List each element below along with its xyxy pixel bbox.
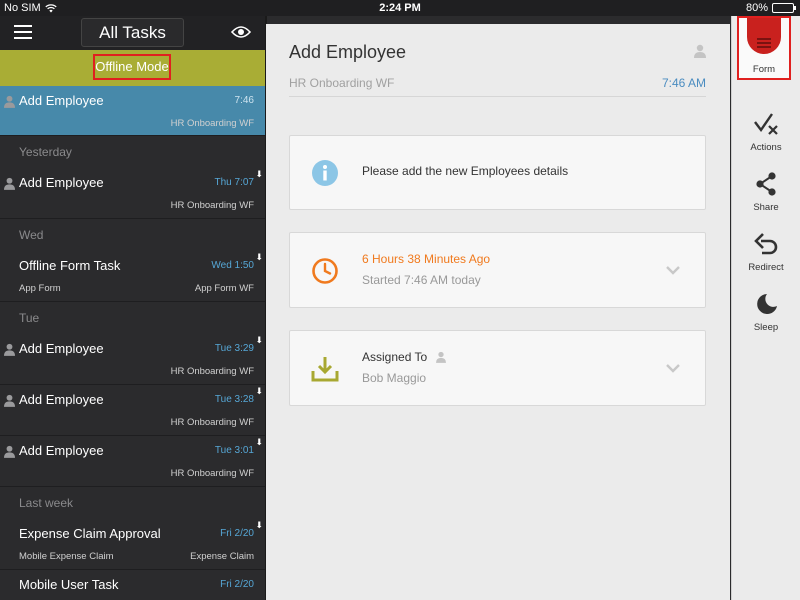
task-item-workflow: App Form WF (194, 283, 254, 294)
elapsed-text: 6 Hours 38 Minutes Ago (362, 252, 491, 266)
task-item-selected[interactable]: Add Employee 7:46 HR Onboarding WF (0, 86, 265, 136)
elapsed-card[interactable]: 6 Hours 38 Minutes Ago Started 7:46 AM t… (289, 232, 706, 308)
task-item[interactable]: Mobile User Task Fri 2/20 (0, 570, 265, 600)
task-item-time: 7:46 (234, 95, 254, 106)
task-item-form: App Form (19, 283, 61, 294)
section-header: Wed (0, 219, 265, 251)
form-label: Form (752, 64, 776, 75)
actions-label: Actions (750, 142, 782, 153)
download-tray-icon (311, 357, 339, 382)
task-item[interactable]: Add Employee Thu 7:07 HR Onboarding WF ⬇ (0, 168, 265, 219)
hamburger-menu-icon[interactable] (14, 25, 32, 39)
task-item[interactable]: Offline Form Task Wed 1:50 App Form App For… (0, 251, 265, 302)
task-workflow: HR Onboarding WF (289, 76, 395, 90)
task-list: Add Employee 7:46 HR Onboarding WF Yesterda… (0, 86, 265, 600)
user-icon (4, 95, 15, 113)
sleep-label: Sleep (753, 322, 779, 333)
task-list-header: All Tasks (0, 16, 265, 50)
eye-icon[interactable] (231, 25, 251, 39)
form-button[interactable]: Form (737, 16, 791, 80)
download-arrow-icon: ⬇ (255, 386, 263, 396)
task-item-form: Mobile Expense Claim (19, 551, 114, 562)
section-header: Yesterday (0, 136, 265, 168)
download-arrow-icon: ⬇ (255, 437, 263, 447)
task-item[interactable]: Add Employee Tue 3:29 HR Onboarding WF ⬇ (0, 334, 265, 385)
task-detail-panel: Add Employee HR Onboarding WF 7:46 AM Pl… (266, 24, 730, 600)
task-item-time: Fri 2/20 (220, 528, 254, 539)
task-item-time: Fri 2/20 (220, 579, 254, 590)
user-icon (694, 44, 706, 58)
info-icon (312, 160, 338, 186)
user-icon (4, 394, 15, 412)
share-icon (756, 172, 776, 196)
task-item-time: Wed 1:50 (211, 260, 254, 271)
actions-button[interactable]: Actions (732, 112, 800, 153)
redirect-label: Redirect (748, 262, 784, 273)
task-item-title: Add Employee (19, 443, 104, 458)
download-arrow-icon: ⬇ (255, 169, 263, 179)
task-item-title: Offline Form Task (19, 258, 121, 273)
offline-mode-bar: Offline Mode (0, 50, 265, 86)
task-item-workflow: HR Onboarding WF (170, 366, 254, 377)
task-item-workflow: HR Onboarding WF (170, 468, 254, 479)
task-item-time: Tue 3:28 (214, 394, 254, 405)
task-item-workflow: HR Onboarding WF (170, 118, 254, 129)
task-item-title: Mobile User Task (19, 577, 119, 592)
download-arrow-icon: ⬇ (255, 520, 263, 530)
section-header: Tue (0, 302, 265, 334)
user-icon (4, 445, 15, 463)
task-item-workflow: HR Onboarding WF (170, 200, 254, 211)
redirect-button[interactable]: Redirect (732, 232, 800, 273)
task-item-title: Add Employee (19, 392, 104, 407)
offline-mode-label[interactable]: Offline Mode (93, 54, 171, 80)
started-text: Started 7:46 AM today (362, 273, 481, 287)
battery-percent: 80% (745, 2, 768, 14)
user-icon (4, 177, 15, 195)
assignee-user-icon (436, 351, 446, 363)
assigned-card[interactable]: Assigned To Bob Maggio (289, 330, 706, 406)
sleep-button[interactable]: Sleep (732, 292, 800, 333)
action-sidebar: Form Actions Share Redirect Sleep (731, 16, 800, 600)
redirect-icon (754, 233, 778, 255)
assigned-label: Assigned To (362, 350, 428, 364)
share-label: Share (753, 202, 779, 213)
task-item[interactable]: Add Employee Tue 3:28 HR Onboarding WF ⬇ (0, 385, 265, 436)
task-item-title: Expense Claim Approval (19, 526, 161, 541)
task-filter-title[interactable]: All Tasks (81, 18, 184, 47)
chevron-down-icon[interactable] (665, 363, 681, 373)
header-divider (289, 96, 706, 97)
task-item[interactable]: Add Employee Tue 3:01 HR Onboarding WF ⬇ (0, 436, 265, 487)
task-item-title: Add Employee (19, 341, 104, 356)
clock-icon (312, 258, 338, 284)
share-button[interactable]: Share (732, 172, 800, 213)
assignee-name: Bob Maggio (362, 371, 427, 385)
chevron-down-icon[interactable] (665, 265, 681, 275)
task-item-workflow: Expense Claim (190, 551, 254, 562)
task-item-time: Tue 3:01 (214, 445, 254, 456)
task-item-title: Add Employee (19, 175, 104, 190)
task-time: 7:46 AM (661, 76, 706, 90)
moon-icon (757, 294, 777, 314)
info-card: Please add the new Employees details (289, 135, 706, 210)
user-icon (4, 343, 15, 361)
clock: 2:24 PM (379, 2, 421, 14)
info-text: Please add the new Employees details (362, 164, 569, 178)
section-header: Last week (0, 487, 265, 519)
download-arrow-icon: ⬇ (255, 252, 263, 262)
task-item-time: Thu 7:07 (214, 177, 254, 188)
check-cross-icon (754, 113, 778, 135)
task-item-workflow: HR Onboarding WF (170, 417, 254, 428)
download-arrow-icon: ⬇ (255, 335, 263, 345)
task-item-time: Tue 3:29 (214, 343, 254, 354)
task-item-title: Add Employee (19, 93, 104, 108)
form-icon (747, 18, 781, 54)
status-bar: No SIM 2:24 PM 80% (0, 0, 800, 16)
task-item[interactable]: Expense Claim Approval Fri 2/20 Mobile Exp… (0, 519, 265, 570)
task-title: Add Employee (289, 42, 407, 62)
task-list-panel: All Tasks Offline Mode Add Employee 7:46 H… (0, 16, 265, 600)
battery-icon (772, 3, 796, 13)
